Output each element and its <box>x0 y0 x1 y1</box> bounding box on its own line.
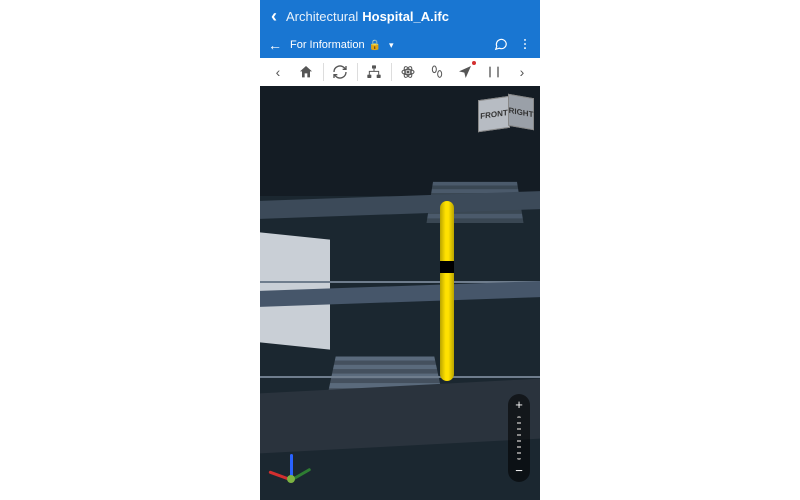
file-name: Hospital_A.ifc <box>362 9 449 24</box>
status-bar: ← For Information 🔒 ▾ <box>260 32 540 58</box>
notification-badge <box>472 61 476 65</box>
breadcrumb[interactable]: Architectural <box>286 9 358 24</box>
refresh-icon[interactable] <box>328 60 352 84</box>
zoom-slider[interactable] <box>517 416 521 460</box>
atom-icon[interactable] <box>396 60 420 84</box>
measure-icon[interactable] <box>482 60 506 84</box>
prev-button[interactable]: ‹ <box>266 60 290 84</box>
nav-back-icon[interactable]: ← <box>268 37 282 53</box>
selected-column[interactable] <box>440 201 454 381</box>
status-label[interactable]: For Information <box>290 39 365 51</box>
walk-icon[interactable] <box>425 60 449 84</box>
zoom-out-button[interactable]: − <box>508 464 530 478</box>
viewcube-right[interactable]: RIGHT <box>508 94 534 131</box>
next-button[interactable]: › <box>510 60 534 84</box>
app-window: ‹ Architectural Hospital_A.ifc ← For Inf… <box>260 0 540 500</box>
status-dropdown-icon[interactable]: ▾ <box>389 40 394 51</box>
view-cube[interactable]: FRONT RIGHT <box>478 92 534 132</box>
title-bar: ‹ Architectural Hospital_A.ifc <box>260 0 540 32</box>
navigate-icon[interactable] <box>453 60 477 84</box>
more-icon[interactable] <box>518 37 532 54</box>
home-icon[interactable] <box>294 60 318 84</box>
zoom-control: + − <box>508 394 530 482</box>
back-button[interactable]: ‹ <box>266 8 282 24</box>
hierarchy-icon[interactable] <box>362 60 386 84</box>
3d-viewport[interactable]: FRONT RIGHT + − <box>260 86 540 500</box>
zoom-in-button[interactable]: + <box>508 398 530 412</box>
lock-icon: 🔒 <box>369 40 381 51</box>
axis-gizmo[interactable] <box>270 442 320 492</box>
model-scene <box>260 86 540 500</box>
origin-icon <box>287 475 295 483</box>
comments-icon[interactable] <box>494 37 508 54</box>
view-toolbar: ‹ › <box>260 58 540 87</box>
viewcube-front[interactable]: FRONT <box>478 96 510 132</box>
